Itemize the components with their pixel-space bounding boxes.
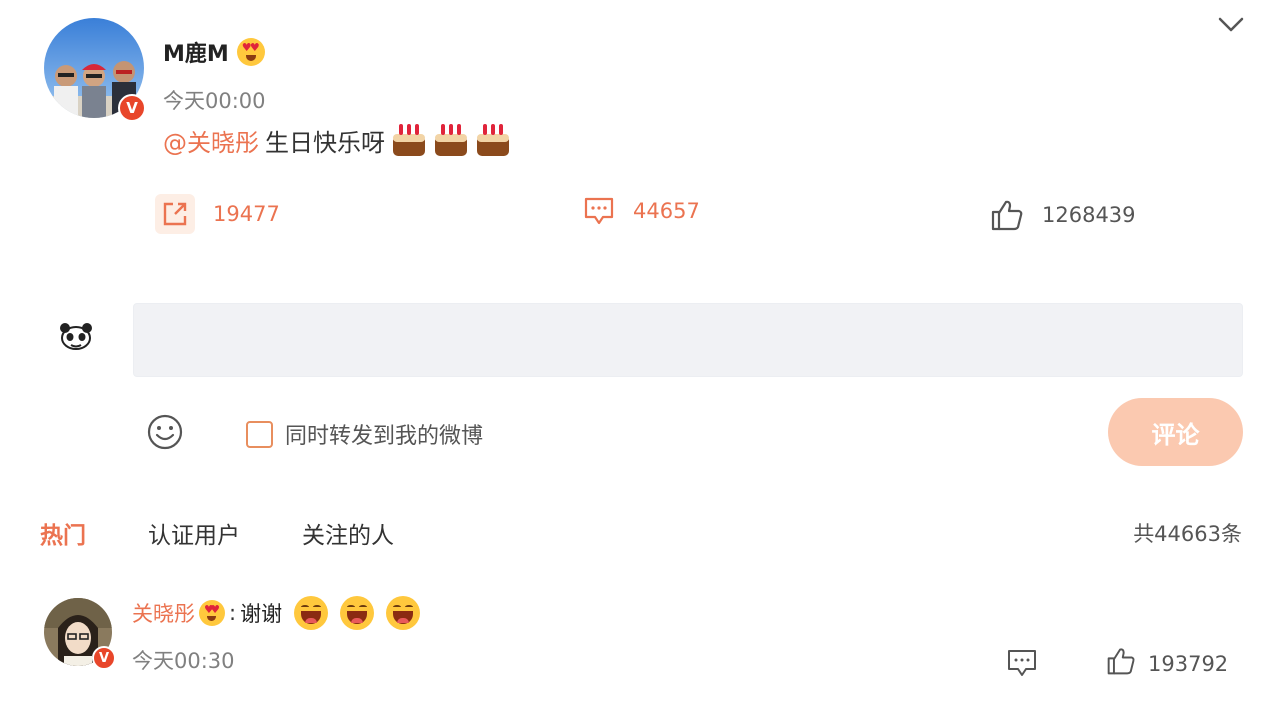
repost-count: 19477 xyxy=(213,202,280,226)
repost-to-weibo-option[interactable]: 同时转发到我的微博 xyxy=(246,418,483,450)
comment-button[interactable]: 44657 xyxy=(583,196,700,226)
tab-hot[interactable]: 热门 xyxy=(40,516,86,550)
post-timestamp[interactable]: 今天00:00 xyxy=(163,85,266,115)
comment-like-count: 193792 xyxy=(1148,651,1229,676)
chevron-down-icon[interactable] xyxy=(1214,12,1248,38)
comment-separator: : xyxy=(229,601,237,625)
like-count: 1268439 xyxy=(1042,203,1136,227)
post-body: @关晓彤 生日快乐呀 xyxy=(163,122,511,158)
comment-timestamp: 今天00:30 xyxy=(132,649,235,673)
thumbs-up-icon xyxy=(990,198,1024,232)
thumbs-up-icon xyxy=(1106,646,1136,681)
post-header: M鹿M xyxy=(163,36,265,68)
reply-comment-icon[interactable] xyxy=(1006,648,1038,678)
emoji-picker-icon[interactable] xyxy=(146,413,184,451)
comment-filter-tabs: 热门 认证用户 关注的人 xyxy=(40,516,456,550)
repost-icon xyxy=(155,194,195,234)
comment-input[interactable] xyxy=(133,303,1243,377)
heart-eyes-icon xyxy=(199,600,225,626)
repost-checkbox[interactable] xyxy=(246,420,273,448)
post-text: 生日快乐呀 xyxy=(265,128,385,157)
comment-body: 关晓彤 : 谢谢 xyxy=(132,596,421,630)
post-mention-link[interactable]: @关晓彤 xyxy=(163,123,259,158)
current-user-avatar xyxy=(56,320,96,352)
post-author-name[interactable]: M鹿M xyxy=(163,36,229,68)
laugh-icon xyxy=(386,596,421,630)
comment-text: 谢谢 xyxy=(240,602,283,626)
post-author-avatar[interactable]: V xyxy=(44,18,146,122)
comment-count: 44657 xyxy=(633,199,700,223)
comment-icon xyxy=(583,196,615,226)
tab-following[interactable]: 关注的人 xyxy=(302,516,394,550)
verified-badge-icon: V xyxy=(92,646,116,670)
verified-badge-icon: V xyxy=(118,94,146,122)
repost-checkbox-label: 同时转发到我的微博 xyxy=(285,424,484,449)
laugh-icon xyxy=(340,596,375,630)
comment-author-name[interactable]: 关晓彤 xyxy=(132,598,195,628)
comment-author-avatar[interactable]: V xyxy=(44,598,116,670)
heart-eyes-icon xyxy=(236,38,265,66)
laugh-icon xyxy=(294,596,329,630)
comments-total-count: 共44663条 xyxy=(1133,522,1242,546)
tab-verified-users[interactable]: 认证用户 xyxy=(148,516,240,550)
cake-icon xyxy=(475,122,511,158)
cake-icon xyxy=(433,122,469,158)
repost-button[interactable]: 19477 xyxy=(155,194,280,234)
like-button[interactable]: 1268439 xyxy=(990,198,1136,232)
submit-comment-button[interactable]: 评论 xyxy=(1108,398,1243,466)
cake-icon xyxy=(391,122,427,158)
comment-like-button[interactable]: 193792 xyxy=(1106,646,1228,681)
